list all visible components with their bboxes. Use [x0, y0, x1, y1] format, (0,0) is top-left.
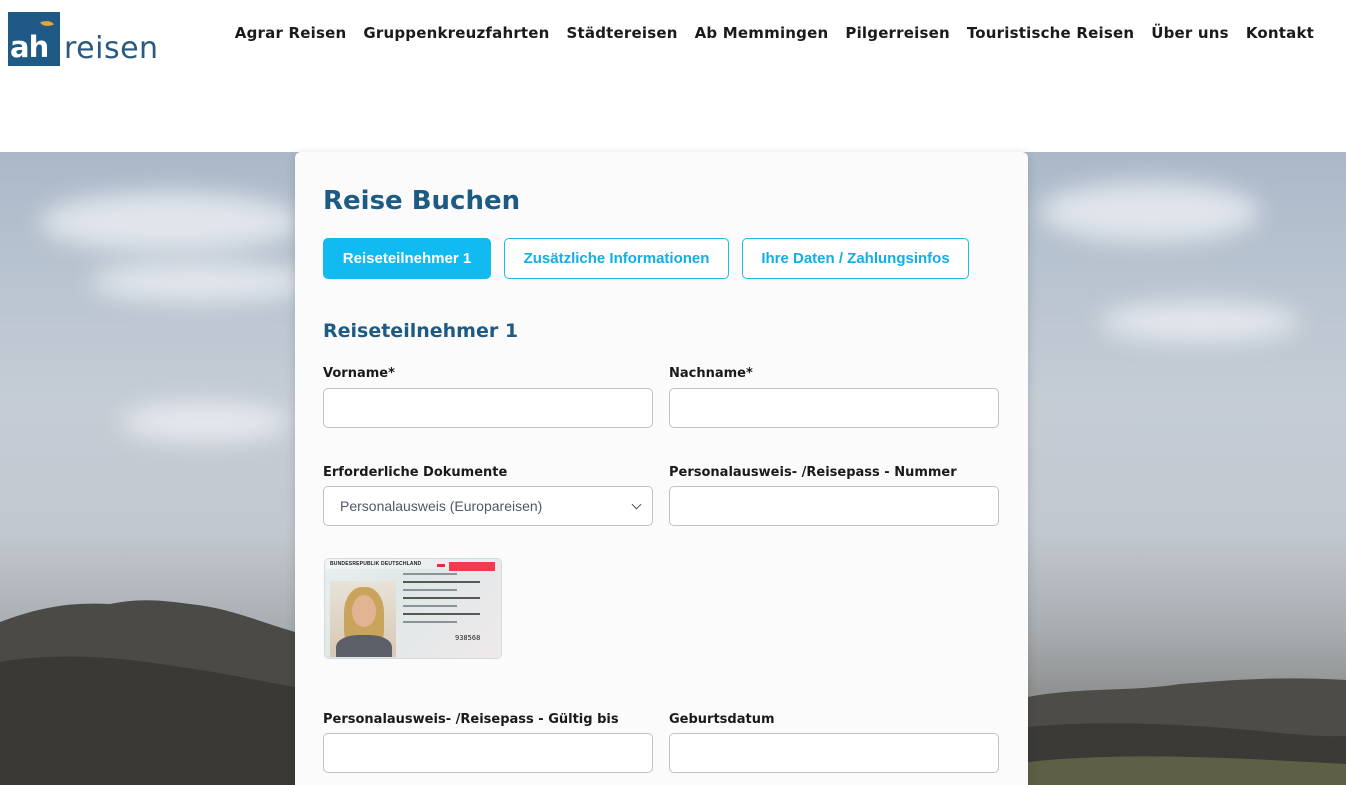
nav-item-pilgerreisen[interactable]: Pilgerreisen	[845, 22, 949, 44]
site-header: ah reisen Agrar Reisen Gruppenkreuzfahrt…	[0, 0, 1346, 152]
vorname-label: Vorname*	[323, 366, 395, 381]
id-card-example-image: BUNDESREPUBLIK DEUTSCHLAND 938568	[325, 559, 501, 658]
ausweisnummer-input[interactable]	[669, 486, 999, 526]
nachname-label: Nachname*	[669, 366, 753, 381]
logo-mark: ah	[8, 12, 60, 66]
id-card-photo	[330, 581, 396, 657]
logo-word: reisen	[64, 31, 159, 66]
gueltig-bis-input[interactable]	[323, 733, 653, 773]
id-card-header: BUNDESREPUBLIK DEUTSCHLAND	[330, 561, 422, 567]
leaf-icon	[40, 18, 54, 29]
gueltig-bis-label: Personalausweis- /Reisepass - Gültig bis	[323, 712, 619, 727]
geburtsdatum-label: Geburtsdatum	[669, 712, 775, 727]
nav-item-gruppenkreuzfahrten[interactable]: Gruppenkreuzfahrten	[363, 22, 549, 44]
geburtsdatum-input[interactable]	[669, 733, 999, 773]
vorname-input[interactable]	[323, 388, 653, 428]
id-card-serial: 938568	[455, 634, 481, 642]
nachname-input[interactable]	[669, 388, 999, 428]
tab-ihre-daten-zahlungsinfos[interactable]: Ihre Daten / Zahlungsinfos	[742, 238, 969, 279]
id-card-text-lines	[403, 573, 493, 629]
tab-zusaetzliche-informationen[interactable]: Zusätzliche Informationen	[504, 238, 729, 279]
id-card-number-highlight	[449, 562, 495, 571]
logo-mark-text: ah	[10, 30, 49, 64]
dokumente-label: Erforderliche Dokumente	[323, 465, 508, 480]
ausweisnummer-label: Personalausweis- /Reisepass - Nummer	[669, 465, 957, 480]
nav-item-kontakt[interactable]: Kontakt	[1246, 22, 1314, 44]
page-title: Reise Buchen	[323, 186, 521, 216]
booking-card: Reise Buchen Reiseteilnehmer 1 Zusätzlic…	[295, 152, 1028, 785]
logo[interactable]: ah reisen	[8, 12, 159, 66]
main-nav: Agrar Reisen Gruppenkreuzfahrten Städter…	[218, 22, 1314, 44]
nav-item-ueber-uns[interactable]: Über uns	[1151, 22, 1229, 44]
dokumente-selected-value: Personalausweis (Europareisen)	[340, 498, 543, 514]
nav-item-agrar-reisen[interactable]: Agrar Reisen	[235, 22, 347, 44]
nav-item-touristische-reisen[interactable]: Touristische Reisen	[967, 22, 1134, 44]
section-title: Reiseteilnehmer 1	[323, 320, 519, 342]
arrow-icon	[437, 564, 445, 567]
tab-reiseteilnehmer-1[interactable]: Reiseteilnehmer 1	[323, 238, 491, 279]
chevron-down-icon	[631, 499, 642, 510]
dokumente-select[interactable]: Personalausweis (Europareisen)	[323, 486, 653, 526]
nav-item-staedtereisen[interactable]: Städtereisen	[567, 22, 678, 44]
nav-item-ab-memmingen[interactable]: Ab Memmingen	[695, 22, 829, 44]
